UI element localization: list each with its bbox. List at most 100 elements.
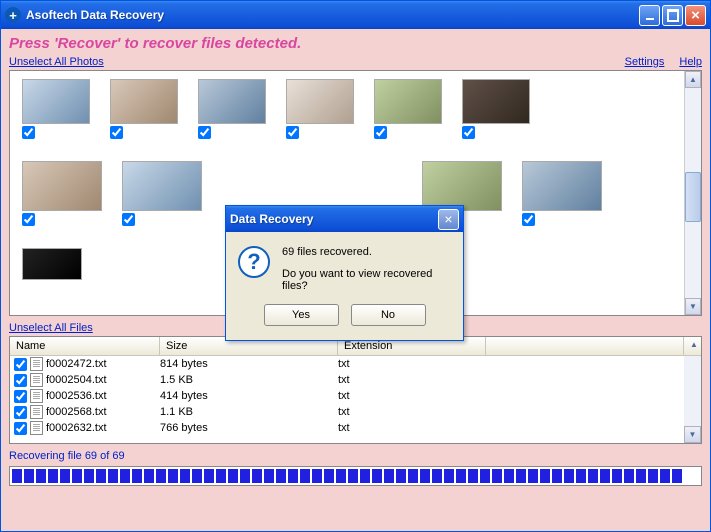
file-list: f0002472.txt814 bytestxtf0002504.txt1.5 … [10, 356, 684, 443]
photo-thumbnail [110, 79, 178, 124]
photo-checkbox[interactable] [522, 213, 535, 226]
instruction-text: Press 'Recover' to recover files detecte… [9, 33, 702, 56]
help-link[interactable]: Help [679, 56, 702, 68]
file-checkbox[interactable] [14, 374, 27, 387]
no-button[interactable]: No [351, 304, 426, 326]
photo-item[interactable] [374, 79, 442, 139]
content-area: Press 'Recover' to recover files detecte… [1, 29, 710, 531]
progress-segment [264, 469, 274, 483]
file-row[interactable]: f0002472.txt814 bytestxt [10, 356, 684, 372]
window-buttons [639, 5, 706, 26]
settings-link[interactable]: Settings [625, 56, 665, 68]
file-checkbox[interactable] [14, 422, 27, 435]
document-icon [30, 357, 43, 371]
scroll-up-button[interactable]: ▲ [685, 71, 701, 88]
question-icon: ? [238, 246, 270, 278]
file-row[interactable]: f0002504.txt1.5 KBtxt [10, 372, 684, 388]
photo-thumbnail [122, 161, 202, 211]
photo-item[interactable] [22, 79, 90, 139]
photo-item[interactable] [122, 161, 202, 226]
progress-segment [72, 469, 82, 483]
file-checkbox[interactable] [14, 390, 27, 403]
progress-segment [48, 469, 58, 483]
file-extension: txt [338, 406, 680, 418]
dialog-titlebar: Data Recovery [226, 206, 463, 232]
unselect-all-photos-link[interactable]: Unselect All Photos [9, 56, 104, 68]
titlebar: Asoftech Data Recovery [1, 1, 710, 29]
close-button[interactable] [685, 5, 706, 26]
maximize-button[interactable] [662, 5, 683, 26]
progress-segment [144, 469, 154, 483]
photo-item[interactable] [462, 79, 530, 139]
photo-checkbox[interactable] [22, 213, 35, 226]
progress-segment [612, 469, 622, 483]
photo-item[interactable] [286, 79, 354, 139]
minimize-button[interactable] [639, 5, 660, 26]
scroll-down-button[interactable]: ▼ [685, 298, 701, 315]
photo-checkbox[interactable] [374, 126, 387, 139]
progress-segment [324, 469, 334, 483]
progress-segment [384, 469, 394, 483]
dialog-close-button[interactable] [438, 209, 459, 230]
progress-segment [288, 469, 298, 483]
photo-thumbnail [22, 161, 102, 211]
photo-checkbox[interactable] [122, 213, 135, 226]
photos-scrollbar[interactable]: ▲ ▼ [684, 71, 701, 315]
app-window: Asoftech Data Recovery Press 'Recover' t… [0, 0, 711, 532]
file-row[interactable]: f0002536.txt414 bytestxt [10, 388, 684, 404]
progress-segment [636, 469, 646, 483]
file-name: f0002504.txt [46, 374, 107, 386]
progress-segment [552, 469, 562, 483]
progress-segment [216, 469, 226, 483]
photo-checkbox[interactable] [462, 126, 475, 139]
dialog-message-line1: 69 files recovered. [282, 246, 451, 258]
progress-segment [672, 469, 682, 483]
status-text: Recovering file 69 of 69 [9, 450, 702, 462]
photo-thumbnail [462, 79, 530, 124]
progress-segment [108, 469, 118, 483]
file-size: 1.1 KB [160, 406, 338, 418]
file-row[interactable]: f0002632.txt766 bytestxt [10, 420, 684, 436]
photo-checkbox[interactable] [22, 126, 35, 139]
photo-checkbox[interactable] [110, 126, 123, 139]
photo-checkbox[interactable] [286, 126, 299, 139]
progress-segment [252, 469, 262, 483]
progress-segment [96, 469, 106, 483]
file-checkbox[interactable] [14, 406, 27, 419]
photo-item[interactable] [110, 79, 178, 139]
progress-segment [588, 469, 598, 483]
progress-segment [24, 469, 34, 483]
scroll-thumb[interactable] [685, 172, 701, 222]
column-name[interactable]: Name [10, 337, 160, 355]
file-extension: txt [338, 358, 680, 370]
photo-item[interactable] [198, 79, 266, 139]
progress-segment [84, 469, 94, 483]
scroll-track[interactable] [684, 356, 701, 426]
scroll-down-button[interactable]: ▼ [684, 426, 701, 443]
progress-segment [624, 469, 634, 483]
progress-segment [60, 469, 70, 483]
document-icon [30, 421, 43, 435]
file-name: f0002568.txt [46, 406, 107, 418]
file-name: f0002632.txt [46, 422, 107, 434]
photo-item[interactable] [22, 248, 82, 280]
photo-checkbox[interactable] [198, 126, 211, 139]
photo-item[interactable] [22, 161, 102, 226]
dialog-window: Data Recovery ? 69 files recovered. Do y… [225, 205, 464, 341]
dialog-message-line2: Do you want to view recovered files? [282, 268, 451, 292]
file-row[interactable]: f0002568.txt 1.1 KBtxt [10, 404, 684, 420]
progress-bar [9, 466, 702, 486]
progress-segment [480, 469, 490, 483]
progress-segment [180, 469, 190, 483]
files-scrollbar[interactable]: ▼ [684, 356, 701, 443]
file-name: f0002472.txt [46, 358, 107, 370]
scroll-up-button[interactable]: ▲ [684, 337, 701, 355]
file-checkbox[interactable] [14, 358, 27, 371]
file-extension: txt [338, 390, 680, 402]
scroll-track[interactable] [685, 88, 701, 298]
dialog-title: Data Recovery [230, 212, 438, 226]
progress-segment [528, 469, 538, 483]
photo-item[interactable] [522, 161, 602, 226]
yes-button[interactable]: Yes [264, 304, 339, 326]
document-icon [30, 373, 43, 387]
